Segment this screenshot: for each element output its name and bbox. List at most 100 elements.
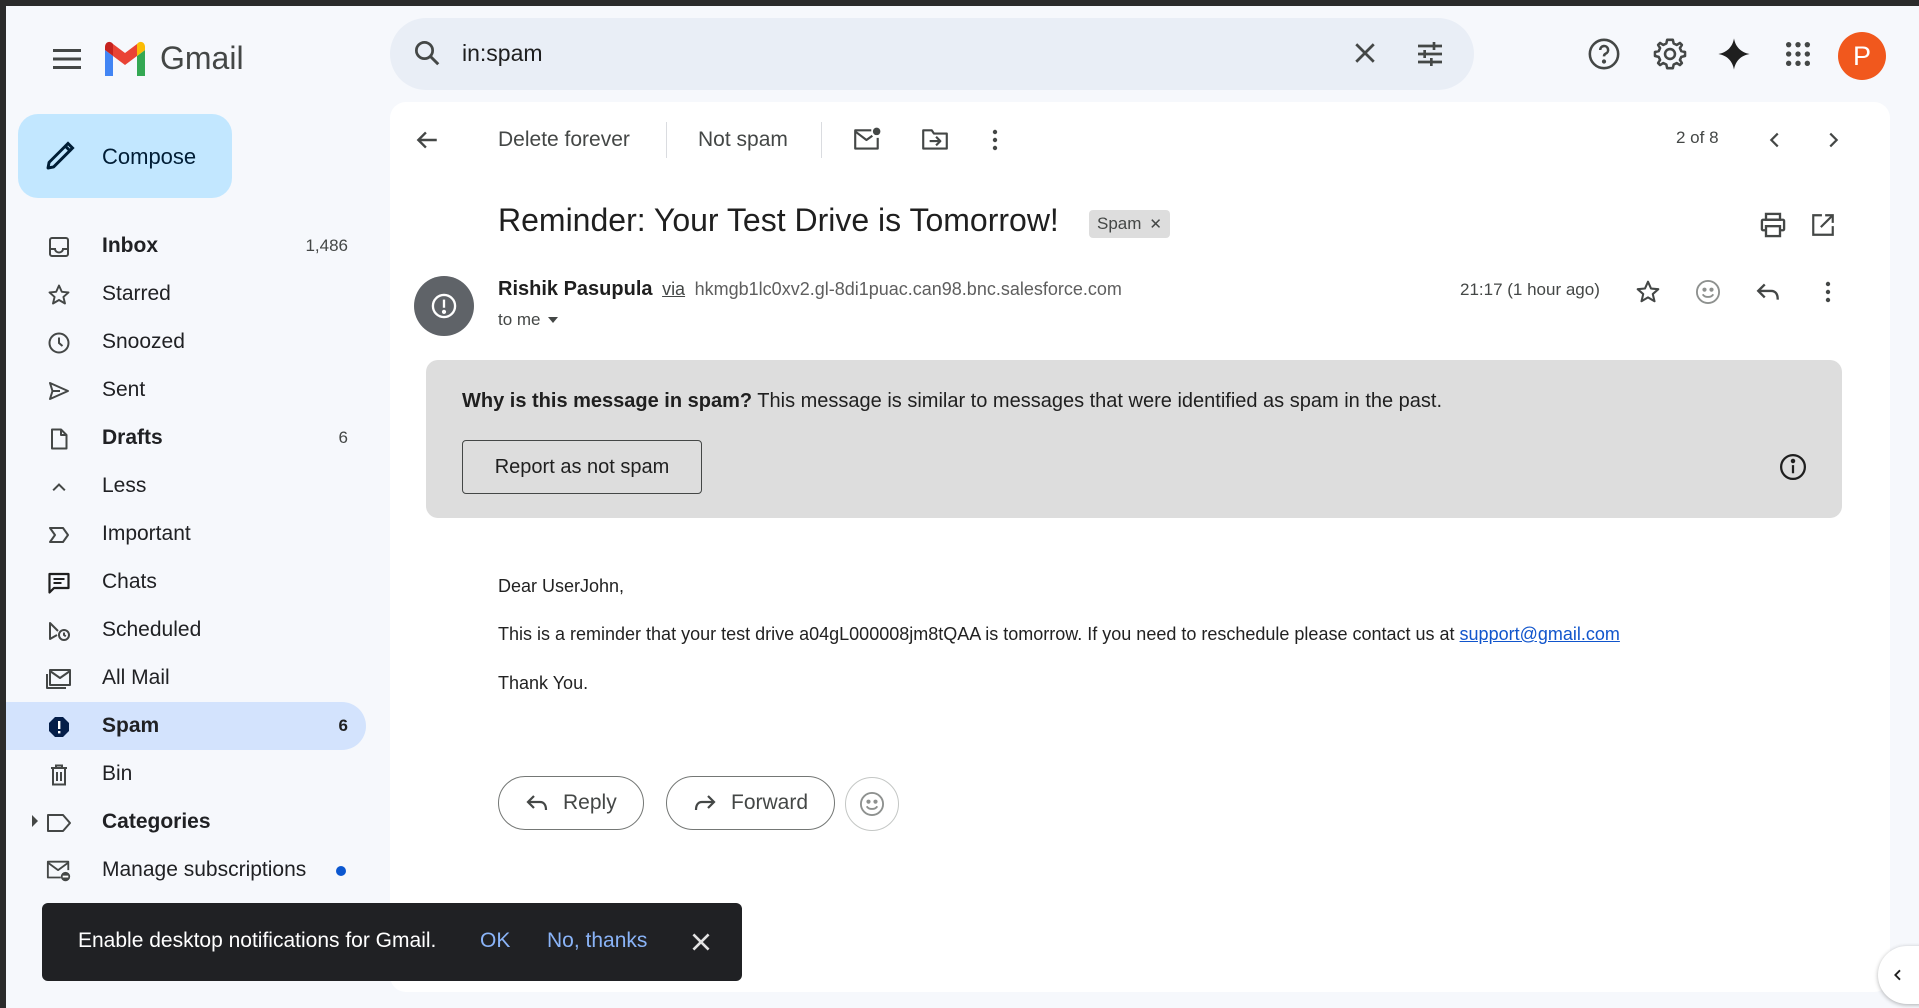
message-more-icon[interactable] [1810,274,1846,310]
star-icon [46,282,72,308]
clear-search-icon[interactable] [1350,38,1380,73]
print-icon[interactable] [1756,208,1790,242]
sidebar-item-label: Important [102,522,191,545]
move-to-folder-icon [922,129,948,150]
emoji-reaction-button[interactable] [845,777,899,831]
sidebar-item-scheduled[interactable]: Scheduled [6,606,366,654]
close-icon[interactable] [688,929,714,960]
notification-snackbar: Enable desktop notifications for Gmail. … [42,903,742,981]
sidebar-item-sent[interactable]: Sent [6,366,366,414]
forward-button[interactable]: Forward [666,776,836,830]
snackbar-ok-button[interactable]: OK [480,929,510,953]
more-actions-button[interactable] [990,122,1000,158]
report-not-spam-button[interactable]: Report as not spam [462,440,702,494]
caret-right-icon[interactable] [30,814,40,833]
help-icon[interactable] [1582,32,1626,76]
info-icon[interactable] [1778,452,1808,487]
email-greeting: Dear UserJohn, [498,576,625,596]
star-message-icon[interactable] [1630,274,1666,310]
spam-reason-detail: This message is similar to messages that… [757,390,1443,412]
sender-avatar[interactable] [414,276,474,336]
sidebar-item-drafts[interactable]: Drafts 6 [6,414,366,462]
label-icon [46,810,72,836]
sidebar-item-inbox[interactable]: Inbox 1,486 [6,222,366,270]
message-view: Delete forever Not spam 2 of 8 Reminder:… [390,102,1890,992]
email-closing: Thank You. [498,673,589,693]
gemini-sparkle-icon[interactable] [1712,32,1756,76]
search-options-icon[interactable] [1414,38,1446,75]
spam-warning-banner: Why is this message in spam? This messag… [426,360,1842,518]
snackbar-message: Enable desktop notifications for Gmail. [78,929,437,952]
chevron-up-icon [46,474,72,500]
not-spam-button[interactable]: Not spam [698,122,788,158]
move-to-button[interactable] [920,122,950,158]
reply-icon[interactable] [1750,274,1786,310]
spam-reason-heading: Why is this message in spam? [462,390,753,412]
snackbar-no-thanks-button[interactable]: No, thanks [547,929,647,953]
via-link[interactable]: via [662,279,685,299]
main-menu-button[interactable] [44,36,90,82]
chat-icon [46,570,72,596]
spam-label-chip[interactable]: Spam ✕ [1089,210,1170,238]
older-button[interactable] [1822,122,1844,158]
gmail-m-icon [105,41,145,76]
sidebar-item-less[interactable]: Less [6,462,366,510]
sidebar-item-snoozed[interactable]: Snoozed [6,318,366,366]
recipient-text: to me [498,310,541,329]
reply-button[interactable]: Reply [498,776,644,830]
add-reaction-icon[interactable] [1690,274,1726,310]
search-bar[interactable]: in:spam [390,18,1474,90]
sidebar-item-label: Starred [102,282,171,305]
sidebar-item-spam[interactable]: Spam 6 [6,702,366,750]
unread-count: 1,486 [305,236,348,255]
pagination-text: 2 of 8 [1676,128,1719,147]
sidebar-item-label: Chats [102,570,157,593]
open-in-new-window-icon[interactable] [1806,208,1840,242]
sender-domain: hkmgb1lc0xv2.gl-8di1puac.can98.bnc.sales… [694,279,1122,299]
sender-info: Rishik Pasupula via hkmgb1lc0xv2.gl-8di1… [498,278,1122,301]
remove-label-icon[interactable]: ✕ [1149,215,1162,233]
email-subject: Reminder: Your Test Drive is Tomorrow! [498,202,1059,238]
toolbar-divider [821,122,822,158]
sidebar-item-label: Drafts [102,426,163,449]
warning-circle-icon [431,293,457,319]
app-name: Gmail [160,39,244,76]
mark-unread-icon [854,127,881,150]
chevron-left-icon [1894,969,1901,981]
settings-gear-icon[interactable] [1648,32,1692,76]
caret-down-icon [547,317,558,323]
mark-unread-button[interactable] [852,122,882,158]
sender-name[interactable]: Rishik Pasupula [498,278,653,300]
gmail-logo[interactable]: Gmail [102,36,244,80]
not-spam-label: Not spam [698,128,788,151]
sidebar-item-categories[interactable]: Categories [6,798,366,846]
sidebar-item-manage-subscriptions[interactable]: Manage subscriptions [6,846,366,894]
email-body-paragraph: This is a reminder that your test drive … [498,624,1620,645]
account-avatar[interactable]: P [1838,32,1886,80]
spam-label-text: Spam [1097,214,1142,233]
sidebar-item-starred[interactable]: Starred [6,270,366,318]
all-mail-icon [46,666,72,692]
newer-button[interactable] [1764,122,1786,158]
sidebar-item-label: All Mail [102,666,170,689]
reply-label: Reply [563,791,617,814]
inbox-icon [46,234,72,260]
sidebar-item-all-mail[interactable]: All Mail [6,654,366,702]
support-email-link[interactable]: support@gmail.com [1460,624,1620,644]
recipients-toggle[interactable]: to me [498,310,559,330]
search-icon[interactable] [412,38,442,73]
sidebar-item-chats[interactable]: Chats [6,558,366,606]
sidebar-item-important[interactable]: Important [6,510,366,558]
send-icon [46,378,72,404]
sidebar-item-bin[interactable]: Bin [6,750,366,798]
search-input[interactable]: in:spam [462,40,543,67]
apps-grid-icon[interactable] [1776,32,1820,76]
spam-reason-text: Why is this message in spam? This messag… [462,390,1442,413]
chevron-right-icon [1829,132,1839,148]
back-button[interactable] [414,122,440,158]
forward-label: Forward [731,791,809,814]
unsubscribe-icon [46,858,72,884]
compose-button[interactable]: Compose [18,114,232,198]
delete-forever-button[interactable]: Delete forever [498,122,630,158]
important-icon [46,522,72,548]
